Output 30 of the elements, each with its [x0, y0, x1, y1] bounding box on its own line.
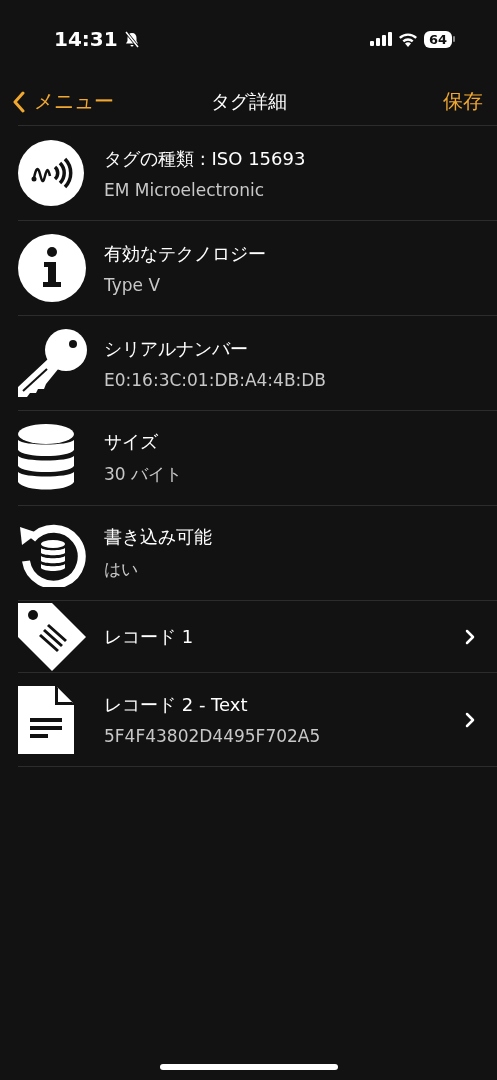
- save-button[interactable]: 保存: [443, 88, 483, 115]
- row-value: EM Microelectronic: [104, 179, 266, 200]
- row-value: 5F4F43802D4495F702A5: [104, 726, 322, 746]
- detail-row[interactable]: レコード 2 - Text 5F4F43802D4495F702A5: [18, 672, 497, 767]
- row-title: 書き込み可能: [104, 525, 213, 549]
- bell-slash-icon: [123, 30, 140, 48]
- row-title: レコード 2 - Text: [104, 693, 249, 717]
- row-title: レコード 1: [104, 624, 195, 649]
- row-value: はい: [104, 558, 139, 581]
- key-icon: [18, 329, 88, 397]
- row-title: シリアルナンバー: [104, 336, 249, 361]
- row-title: 有効なテクノロジー: [104, 241, 267, 266]
- detail-row[interactable]: レコード 1: [18, 600, 497, 672]
- tag-icon: [18, 602, 86, 671]
- battery-icon: 64: [423, 30, 455, 48]
- row-value: Type V: [104, 274, 162, 295]
- signal-icon: [369, 32, 392, 46]
- back-chevron-icon: [12, 90, 26, 113]
- back-button[interactable]: メニュー: [12, 88, 114, 115]
- status-time: 14:31: [54, 27, 118, 51]
- row-title: サイズ: [104, 430, 159, 454]
- row-title: タグの種類 : ISO 15693: [104, 146, 307, 171]
- wifi-icon: [397, 31, 418, 47]
- info-icon: [18, 234, 86, 302]
- signal-wave-icon: [18, 140, 84, 206]
- document-icon: [18, 685, 74, 754]
- row-value: E0:16:3C:01:DB:A4:4B:DB: [104, 369, 328, 390]
- database-icon: [18, 424, 74, 492]
- screen-title: タグ詳細: [210, 88, 287, 114]
- row-value: 30 バイト: [104, 463, 184, 486]
